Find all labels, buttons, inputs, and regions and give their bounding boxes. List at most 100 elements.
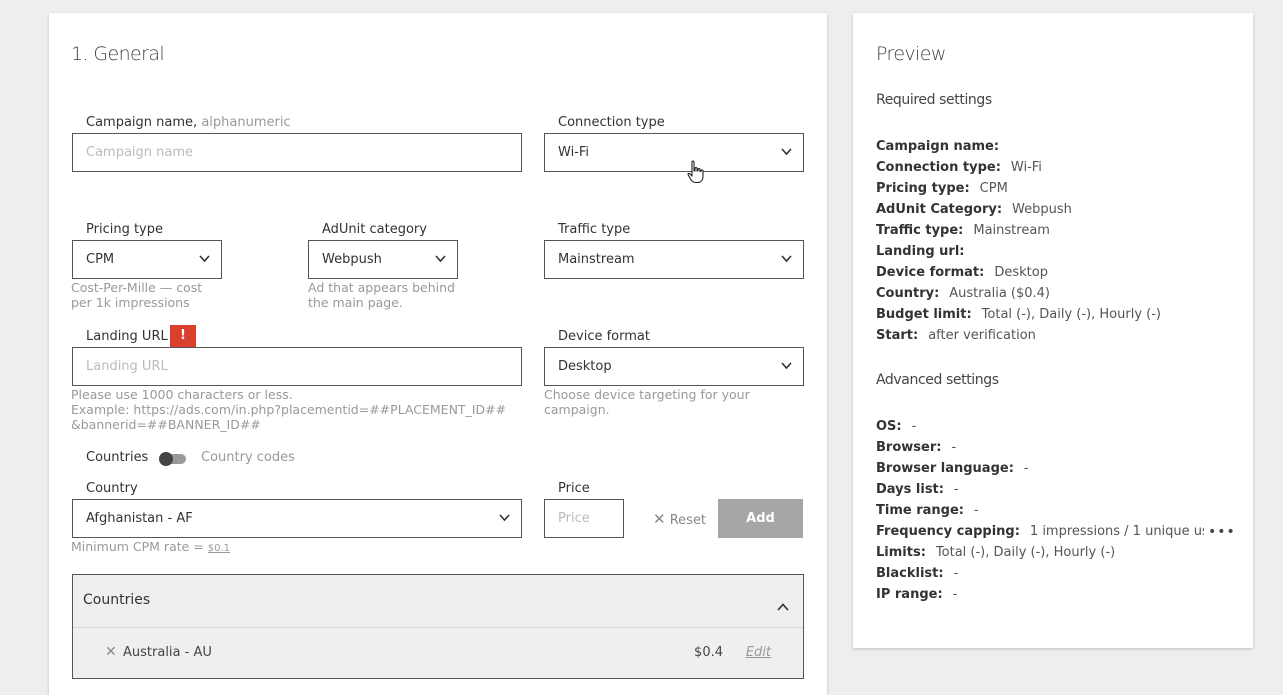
error-badge: ! [170,325,196,347]
campaign-name-placeholder: Campaign name [86,145,194,160]
countries-list-header: Countries [83,592,151,608]
setting-value: CPM [979,181,1008,196]
chevron-up-icon[interactable] [777,596,789,611]
landing-url-input[interactable]: Landing URL [72,347,522,386]
list-item: Country: Australia ($0.4) [876,283,1236,304]
reset-button[interactable]: ✕ Reset [653,510,706,528]
list-item: OS: - [876,416,1204,437]
landing-url-help-line: Please use 1000 characters or less. [71,387,293,402]
device-format-help: Choose device targeting for your campaig… [544,387,750,417]
setting-key: Browser: [876,440,942,455]
device-format-select[interactable]: Desktop [544,347,804,386]
list-item: Device format: Desktop [876,262,1236,283]
setting-value: - [952,587,958,602]
adunit-category-label: AdUnit category [322,222,427,237]
setting-key: Start: [876,328,919,343]
list-item: Pricing type: CPM [876,178,1236,199]
setting-key: Days list: [876,482,944,497]
list-item: Limits: Total (-), Daily (-), Hourly (-) [876,542,1204,563]
setting-key: Budget limit: [876,307,972,322]
country-label: Country [86,481,138,496]
list-item: AdUnit Category: Webpush [876,199,1236,220]
connection-type-label: Connection type [558,115,665,130]
list-item: Time range: - [876,500,1204,521]
setting-key: OS: [876,419,902,434]
setting-key: Landing url: [876,244,965,259]
country-value: Afghanistan - AF [86,511,193,526]
list-item: Browser: - [876,437,1204,458]
more-button[interactable]: ••• [1208,524,1236,540]
adunit-category-help-line: Ad that appears behind [308,280,455,295]
setting-key: Blacklist: [876,566,944,581]
connection-type-value: Wi-Fi [558,145,590,160]
pricing-type-value: CPM [86,252,115,267]
landing-url-help: Please use 1000 characters or less. Exam… [71,387,506,432]
landing-url-placeholder: Landing URL [86,359,168,374]
price-label: Price [558,481,590,496]
country-select[interactable]: Afghanistan - AF [72,499,522,538]
list-item: Landing url: [876,241,1236,262]
setting-key: Device format: [876,265,985,280]
chevron-down-icon [781,255,792,264]
adunit-category-help: Ad that appears behind the main page. [308,280,455,310]
landing-url-label: Landing URL [86,329,168,344]
landing-url-help-line: Example: https://ads.com/in.php?placemen… [71,402,507,417]
setting-value: - [953,482,959,497]
add-button[interactable]: Add [718,499,803,538]
traffic-type-select[interactable]: Mainstream [544,240,804,279]
toggle-knob [159,452,173,466]
pricing-type-help: Cost-Per-Mille — cost per 1k impressions [71,280,202,310]
table-row: ✕ Australia - AU $0.4 Edit [73,628,803,678]
pricing-type-select[interactable]: CPM [72,240,222,279]
minimum-rate-label: Minimum CPM rate = [71,539,208,554]
setting-value: - [951,440,957,455]
country-row-price: $0.4 [694,645,723,660]
setting-value: - [1023,461,1029,476]
setting-key: Traffic type: [876,223,964,238]
pricing-type-label: Pricing type [86,222,163,237]
chevron-down-icon [781,362,792,371]
list-item: Browser language: - [876,458,1204,479]
pricing-type-help-line: per 1k impressions [71,295,190,310]
chevron-down-icon [435,255,446,264]
adunit-category-value: Webpush [322,252,382,267]
close-icon: ✕ [653,510,666,528]
device-format-value: Desktop [558,359,612,374]
required-settings-title: Required settings [876,92,992,108]
list-item: Campaign name: [876,136,1236,157]
setting-key: Time range: [876,503,964,518]
chevron-down-icon [499,514,510,523]
setting-key: Limits: [876,545,926,560]
setting-key: Country: [876,286,940,301]
campaign-name-input[interactable]: Campaign name [72,133,522,172]
close-icon[interactable]: ✕ [105,644,117,660]
edit-link[interactable]: Edit [746,645,771,660]
adunit-category-select[interactable]: Webpush [308,240,458,279]
setting-value: - [953,566,959,581]
setting-value: 1 impressions / 1 unique user [1029,524,1204,539]
setting-value: Webpush [1012,202,1072,217]
setting-key: Pricing type: [876,181,970,196]
list-item: Connection type: Wi-Fi [876,157,1236,178]
setting-key: Frequency capping: [876,524,1020,539]
setting-value: Mainstream [973,223,1050,238]
device-format-help-line: Choose device targeting for your [544,387,750,402]
setting-value: Wi-Fi [1010,160,1042,175]
setting-value: Australia ($0.4) [949,286,1051,301]
campaign-name-hint: alphanumeric [201,115,291,130]
chevron-down-icon [199,255,210,264]
chevron-down-icon [781,148,792,157]
device-format-label: Device format [558,329,650,344]
country-row-name: Australia - AU [123,645,212,660]
toggle-countries-label: Countries [86,450,149,465]
country-mode-toggle[interactable] [159,452,186,466]
setting-value: - [911,419,917,434]
minimum-rate-text: Minimum CPM rate = $0.1 [71,539,230,554]
price-input[interactable]: Price [544,499,624,538]
campaign-name-label: Campaign name, alphanumeric [86,115,291,130]
price-placeholder: Price [558,511,590,526]
general-panel: 1. General Campaign name, alphanumeric C… [49,13,827,695]
setting-value: after verification [928,328,1036,343]
preview-title: Preview [876,43,946,65]
connection-type-select[interactable]: Wi-Fi [544,133,804,172]
